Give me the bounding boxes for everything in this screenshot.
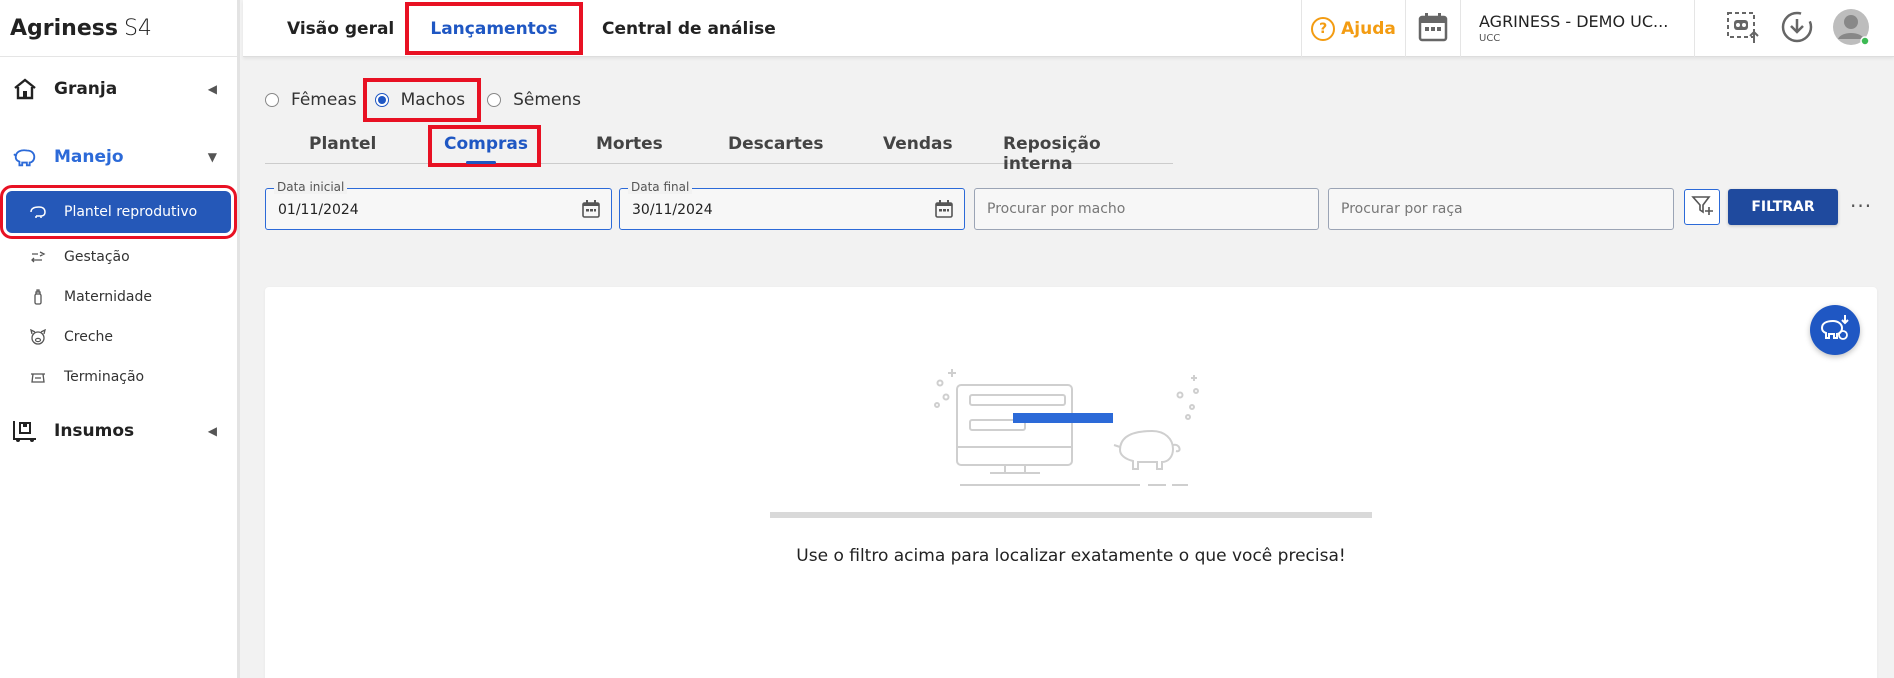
sidebar-item-label: Plantel reprodutivo xyxy=(64,204,198,220)
radio-machos[interactable]: Machos xyxy=(362,78,482,122)
avatar-icon xyxy=(1831,7,1871,51)
caret-down-icon: ▼ xyxy=(207,150,217,164)
tab-reposicao-interna[interactable]: Reposição interna xyxy=(1003,134,1173,174)
field-value[interactable]: 01/11/2024 xyxy=(278,202,359,218)
radio-femeas[interactable]: Fêmeas xyxy=(265,90,357,110)
caret-left-icon: ◀ xyxy=(207,82,217,96)
home-icon xyxy=(12,76,38,102)
supplies-icon xyxy=(12,418,38,444)
end-date-field[interactable]: Data final 30/11/2024 xyxy=(619,180,965,230)
divider xyxy=(770,512,1372,518)
tab-compras[interactable]: Compras xyxy=(428,125,541,167)
farm-name: AGRINESS - DEMO UC... xyxy=(1479,12,1669,31)
sidebar-group-manejo[interactable]: Manejo ▼ xyxy=(0,127,237,187)
subtabs: Plantel Compras Mortes Descartes Vendas … xyxy=(265,125,1173,174)
tab-plantel[interactable]: Plantel xyxy=(309,134,376,154)
placeholder: Procurar por raça xyxy=(1341,201,1463,217)
tab-central-de-analise[interactable]: Central de análise xyxy=(602,0,776,57)
radio-label: Sêmens xyxy=(513,90,581,110)
sidebar-item-label: Creche xyxy=(64,329,114,345)
scale-icon xyxy=(28,369,48,385)
filter-add-icon xyxy=(1690,193,1714,221)
tab-vendas[interactable]: Vendas xyxy=(883,134,953,154)
radio-circle[interactable] xyxy=(265,93,279,107)
search-male-input[interactable]: Procurar por macho xyxy=(974,188,1319,230)
help-label: Ajuda xyxy=(1341,18,1396,39)
app-version: S4 xyxy=(123,15,152,41)
sidebar: Agriness S4 Granja ◀ Manejo ▼ Plantel re… xyxy=(0,0,240,678)
radio-circle[interactable] xyxy=(487,93,502,107)
radio-circle[interactable] xyxy=(374,93,389,107)
more-options-icon[interactable]: ··· xyxy=(1850,194,1872,218)
download-button[interactable] xyxy=(1772,0,1822,57)
robot-upload-icon xyxy=(1725,10,1761,48)
sidebar-group-label: Granja xyxy=(54,79,118,99)
radio-label: Machos xyxy=(400,90,466,110)
tab-label: Visão geral xyxy=(287,18,395,39)
tab-lancamentos[interactable]: Lançamentos xyxy=(405,0,583,57)
pig-icon xyxy=(12,144,38,170)
help-button[interactable]: ? Ajuda xyxy=(1301,0,1405,57)
radio-label: Fêmeas xyxy=(291,90,357,110)
pig-download-icon xyxy=(1818,313,1852,347)
calendar-icon[interactable] xyxy=(934,199,954,223)
pig-outline-icon xyxy=(28,204,48,220)
advanced-filter-button[interactable] xyxy=(1684,189,1720,225)
sidebar-group-label: Manejo xyxy=(54,147,124,167)
sidebar-item-creche[interactable]: Creche xyxy=(0,317,237,357)
divider xyxy=(1694,0,1695,57)
sidebar-item-label: Gestação xyxy=(64,249,130,265)
sidebar-item-terminacao[interactable]: Terminação xyxy=(0,357,237,397)
search-breed-input[interactable]: Procurar por raça xyxy=(1328,188,1674,230)
placeholder: Procurar por macho xyxy=(987,201,1126,217)
gestation-icon xyxy=(28,249,48,265)
tab-descartes[interactable]: Descartes xyxy=(728,134,823,154)
piglet-face-icon xyxy=(28,329,48,345)
app-name: Agriness xyxy=(10,15,118,41)
sidebar-item-plantel-reprodutivo[interactable]: Plantel reprodutivo xyxy=(0,185,237,239)
field-label: Data final xyxy=(628,180,693,194)
sidebar-item-gestacao[interactable]: Gestação xyxy=(0,237,237,277)
bottle-icon xyxy=(28,289,48,305)
tab-visao-geral[interactable]: Visão geral xyxy=(287,0,394,57)
sidebar-group-label: Insumos xyxy=(54,421,135,441)
calendar-icon xyxy=(1417,11,1449,47)
tab-label: Central de análise xyxy=(602,18,776,39)
app-logo[interactable]: Agriness S4 xyxy=(0,0,237,57)
sex-radio-group: Fêmeas Machos Sêmens xyxy=(265,78,599,122)
download-circle-icon xyxy=(1780,10,1814,48)
field-value[interactable]: 30/11/2024 xyxy=(632,202,713,218)
sidebar-item-maternidade[interactable]: Maternidade xyxy=(0,277,237,317)
top-navigation: Visão geral Lançamentos Central de análi… xyxy=(243,0,1894,57)
sidebar-item-label: Terminação xyxy=(64,369,145,385)
sidebar-group-granja[interactable]: Granja ◀ xyxy=(0,59,237,119)
user-avatar[interactable] xyxy=(1826,0,1876,57)
farm-sub: UCC xyxy=(1479,33,1501,44)
field-label: Data inicial xyxy=(274,180,348,194)
import-button[interactable] xyxy=(1810,305,1860,355)
start-date-field[interactable]: Data inicial 01/11/2024 xyxy=(265,180,612,230)
calendar-button[interactable] xyxy=(1405,0,1460,57)
radio-semens[interactable]: Sêmens xyxy=(487,90,581,110)
caret-left-icon: ◀ xyxy=(207,424,217,438)
tab-mortes[interactable]: Mortes xyxy=(596,134,663,154)
empty-state-illustration xyxy=(930,365,1210,499)
sidebar-item-label: Maternidade xyxy=(64,289,152,305)
active-tab-indicator xyxy=(466,161,496,164)
highlight-box xyxy=(405,2,583,55)
question-icon: ? xyxy=(1311,16,1336,41)
filter-button[interactable]: FILTRAR xyxy=(1728,189,1838,225)
empty-state-message: Use o filtro acima para localizar exatam… xyxy=(796,546,1346,566)
sync-upload-button[interactable] xyxy=(1718,0,1768,57)
farm-selector[interactable]: AGRINESS - DEMO UC... UCC xyxy=(1460,0,1694,57)
calendar-icon[interactable] xyxy=(581,199,601,223)
sidebar-group-insumos[interactable]: Insumos ◀ xyxy=(0,401,237,461)
